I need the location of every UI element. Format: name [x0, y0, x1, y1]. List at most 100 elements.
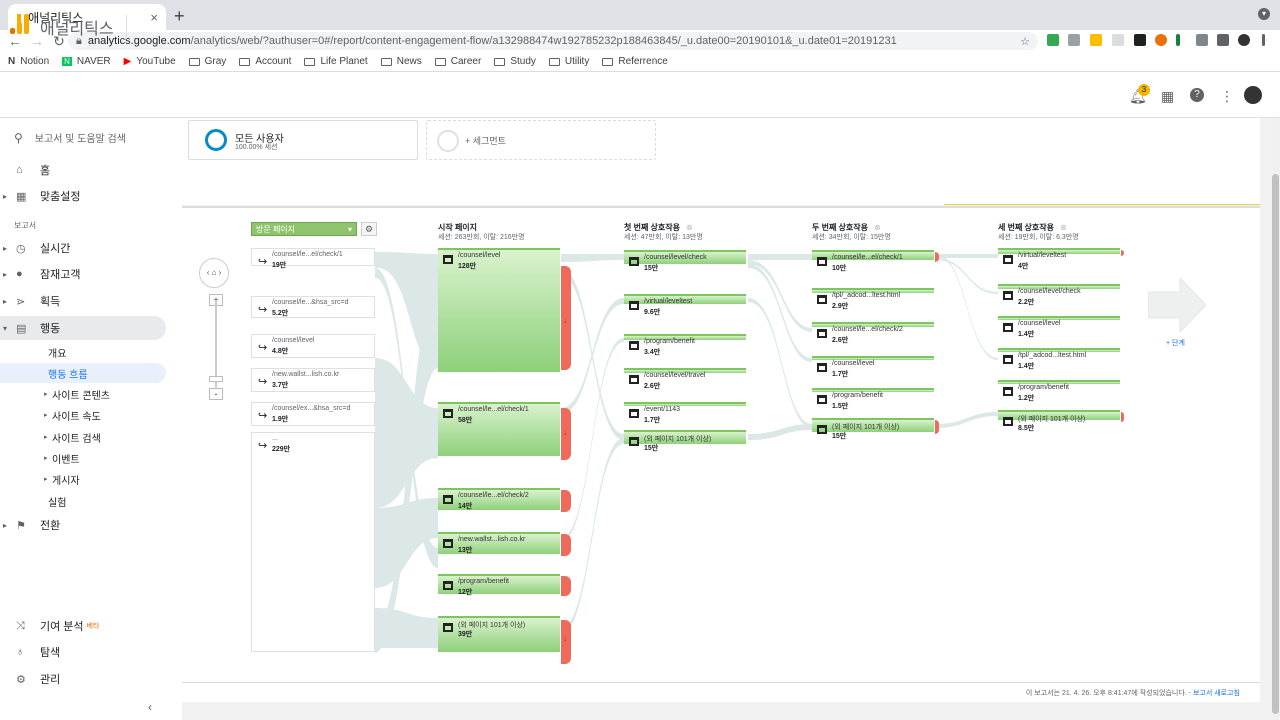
next-step-arrow-icon[interactable]: [1148, 278, 1206, 332]
start-page-node[interactable]: /counsel/le...el/check/1 58만: [438, 402, 560, 456]
avatar[interactable]: [1244, 86, 1262, 104]
apps-grid-icon[interactable]: ▦: [1161, 88, 1174, 105]
bookmark-folder-career[interactable]: Career: [434, 56, 481, 67]
analytics-logo-icon[interactable]: [10, 14, 30, 34]
remove-step-icon[interactable]: ⊗: [1060, 223, 1067, 232]
sidebar-sub-site-content[interactable]: ▸ 사이트 콘텐츠: [0, 384, 166, 404]
bookmark-star-icon[interactable]: ☆: [1020, 35, 1030, 48]
third-interaction-node[interactable]: /program/benefit 1.2만: [998, 380, 1120, 402]
landing-node[interactable]: ↪/counsel/le...el/check/1 19만: [251, 248, 375, 269]
landing-node[interactable]: ↪... 229만: [251, 432, 375, 652]
third-interaction-node[interactable]: /counsel/level/check 2.2만: [998, 284, 1120, 306]
puzzle-icon[interactable]: [1217, 34, 1229, 46]
address-bar[interactable]: 🔒︎ analytics.google.com/analytics/web/?a…: [68, 32, 1038, 50]
dimension-dropdown[interactable]: 방문 페이지 ▾: [251, 222, 357, 236]
extension-icon[interactable]: [1068, 34, 1080, 46]
first-interaction-node[interactable]: /virtual/leveltest 9.6만: [624, 294, 746, 316]
bookmark-folder-news[interactable]: News: [380, 56, 422, 67]
more-vert-icon[interactable]: ⋮: [1220, 88, 1234, 105]
bookmark-folder-gray[interactable]: Gray: [188, 56, 226, 67]
first-interaction-node[interactable]: /event/1143 1.7만: [624, 402, 746, 424]
help-icon[interactable]: ?: [1190, 88, 1204, 102]
sidebar-sub-overview[interactable]: 개요: [0, 342, 166, 362]
drop-off-bar[interactable]: ↓: [561, 620, 571, 664]
browser-menu-icon[interactable]: [1262, 34, 1265, 46]
dimension-settings-gear-icon[interactable]: ⚙: [361, 222, 377, 236]
second-interaction-node[interactable]: /counsel/level 1.7만: [812, 356, 934, 378]
drop-off-bar[interactable]: ↓: [561, 408, 571, 460]
add-segment-button[interactable]: + 세그먼트: [426, 120, 656, 160]
first-interaction-node[interactable]: /counsel/level/check 15만: [624, 250, 746, 272]
drop-off-bar[interactable]: [561, 534, 571, 556]
start-page-node[interactable]: /new.wallst...lish.co.kr 13만: [438, 532, 560, 554]
sidebar-item-home[interactable]: ⌂ 홈: [0, 158, 166, 182]
bookmark-youtube[interactable]: ▶ YouTube: [124, 56, 176, 67]
sidebar-item-conversions[interactable]: ▸ ⚑ 전환: [0, 513, 166, 537]
start-page-node[interactable]: (외 페이지 101개 이상) 39만: [438, 616, 560, 652]
remove-step-icon[interactable]: ⊗: [874, 223, 881, 232]
zoom-out-button[interactable]: -: [209, 388, 223, 400]
first-interaction-node[interactable]: (외 페이지 101개 이상) 15만: [624, 430, 746, 452]
first-interaction-node[interactable]: /program/benefit 3.4만: [624, 334, 746, 356]
add-step-link[interactable]: + 단계: [1166, 338, 1185, 348]
tab-close-icon[interactable]: ×: [150, 10, 158, 25]
landing-node[interactable]: ↪/counsel/le...&hsa_src=d 5.2만: [251, 296, 375, 318]
search-input[interactable]: 보고서 및 도움말 검색: [35, 130, 126, 145]
sidebar-sub-site-search[interactable]: ▸ 사이트 검색: [0, 427, 166, 447]
pan-control[interactable]: ‹ ⌂ ›: [199, 258, 229, 288]
bookmark-folder-life-planet[interactable]: Life Planet: [304, 56, 368, 67]
second-interaction-node[interactable]: (외 페이지 101개 이상) 15만: [812, 418, 934, 440]
extension-icon[interactable]: [1176, 34, 1180, 46]
start-page-node[interactable]: /counsel/le...el/check/2 14만: [438, 488, 560, 510]
second-interaction-node[interactable]: /counsel/le...el/check/2 2.6만: [812, 322, 934, 344]
landing-node[interactable]: ↪/new.wallst...lish.co.kr 3.7만: [251, 368, 375, 392]
scrollbar-thumb[interactable]: [1272, 174, 1279, 714]
sidebar-sub-behavior-flow[interactable]: 행동 흐름: [0, 363, 166, 383]
tab-search-icon[interactable]: ▾: [1258, 8, 1270, 20]
first-interaction-node[interactable]: /counsel/level/travel 2.6만: [624, 368, 746, 390]
bookmark-folder-study[interactable]: Study: [494, 56, 536, 67]
drop-off-bar[interactable]: [561, 576, 571, 596]
bookmark-folder-utility[interactable]: Utility: [548, 56, 589, 67]
extension-icon[interactable]: [1134, 34, 1146, 46]
profile-icon[interactable]: [1238, 34, 1250, 46]
second-interaction-node[interactable]: /program/benefit 1.5만: [812, 388, 934, 410]
zoom-slider-handle[interactable]: [209, 376, 223, 382]
sidebar-item-audience[interactable]: ▸ ● 잠재고객: [0, 262, 166, 286]
start-page-node[interactable]: /program/benefit 12만: [438, 574, 560, 596]
drop-off-bar[interactable]: [561, 490, 571, 512]
sidebar-item-discover[interactable]: ♁ 탐색: [0, 640, 166, 664]
new-tab-icon[interactable]: +: [174, 6, 185, 27]
start-page-node[interactable]: /counsel/level 128만: [438, 248, 560, 372]
third-interaction-node[interactable]: /virtual/leveltest 4만: [998, 248, 1120, 270]
sidebar-sub-events[interactable]: ▸ 이벤트: [0, 448, 166, 468]
camera-icon[interactable]: [1196, 34, 1208, 46]
remove-step-icon[interactable]: ⊗: [686, 223, 693, 232]
back-icon[interactable]: ←: [4, 33, 26, 49]
sidebar-sub-publisher[interactable]: ▸ 게시자: [0, 469, 166, 489]
bookmark-folder-referrence[interactable]: Referrence: [602, 56, 668, 67]
landing-node[interactable]: ↪/counsel/level 4.8만: [251, 334, 375, 358]
segment-all-users[interactable]: 모든 사용자 100.00% 세션: [188, 120, 418, 160]
collapse-sidebar-icon[interactable]: ‹: [148, 700, 152, 714]
bookmark-folder-account[interactable]: Account: [239, 56, 291, 67]
drop-off-bar[interactable]: [1121, 412, 1124, 422]
extension-icon[interactable]: [1047, 34, 1059, 46]
third-interaction-node[interactable]: /counsel/level 1.4만: [998, 316, 1120, 338]
drop-off-bar[interactable]: [935, 420, 939, 434]
sidebar-sub-site-speed[interactable]: ▸ 사이트 속도: [0, 405, 166, 425]
refresh-report-link[interactable]: 보고서 새로고침: [1193, 690, 1240, 697]
sidebar-item-custom[interactable]: ▸ ▦ 맞춤설정: [0, 184, 166, 208]
sidebar-item-realtime[interactable]: ▸ ◷ 실시간: [0, 236, 166, 260]
sidebar-search[interactable]: ⚲ 보고서 및 도움말 검색: [14, 130, 126, 146]
sidebar-item-attribution[interactable]: ⤨ 기여 분석 베타: [0, 614, 166, 638]
sidebar-item-acquisition[interactable]: ▸ ⋗ 획득: [0, 289, 166, 313]
sidebar-item-admin[interactable]: ⚙ 관리: [0, 667, 166, 691]
extension-icon[interactable]: [1090, 34, 1102, 46]
extension-icon[interactable]: [1155, 34, 1167, 46]
sidebar-sub-experiments[interactable]: 실험: [0, 491, 166, 511]
bookmark-naver[interactable]: N NAVER: [62, 56, 111, 67]
drop-off-bar[interactable]: ↓: [561, 266, 571, 370]
second-interaction-node[interactable]: /counsel/le...el/check/1 10만: [812, 250, 934, 272]
bookmark-notion[interactable]: N Notion: [8, 56, 49, 67]
